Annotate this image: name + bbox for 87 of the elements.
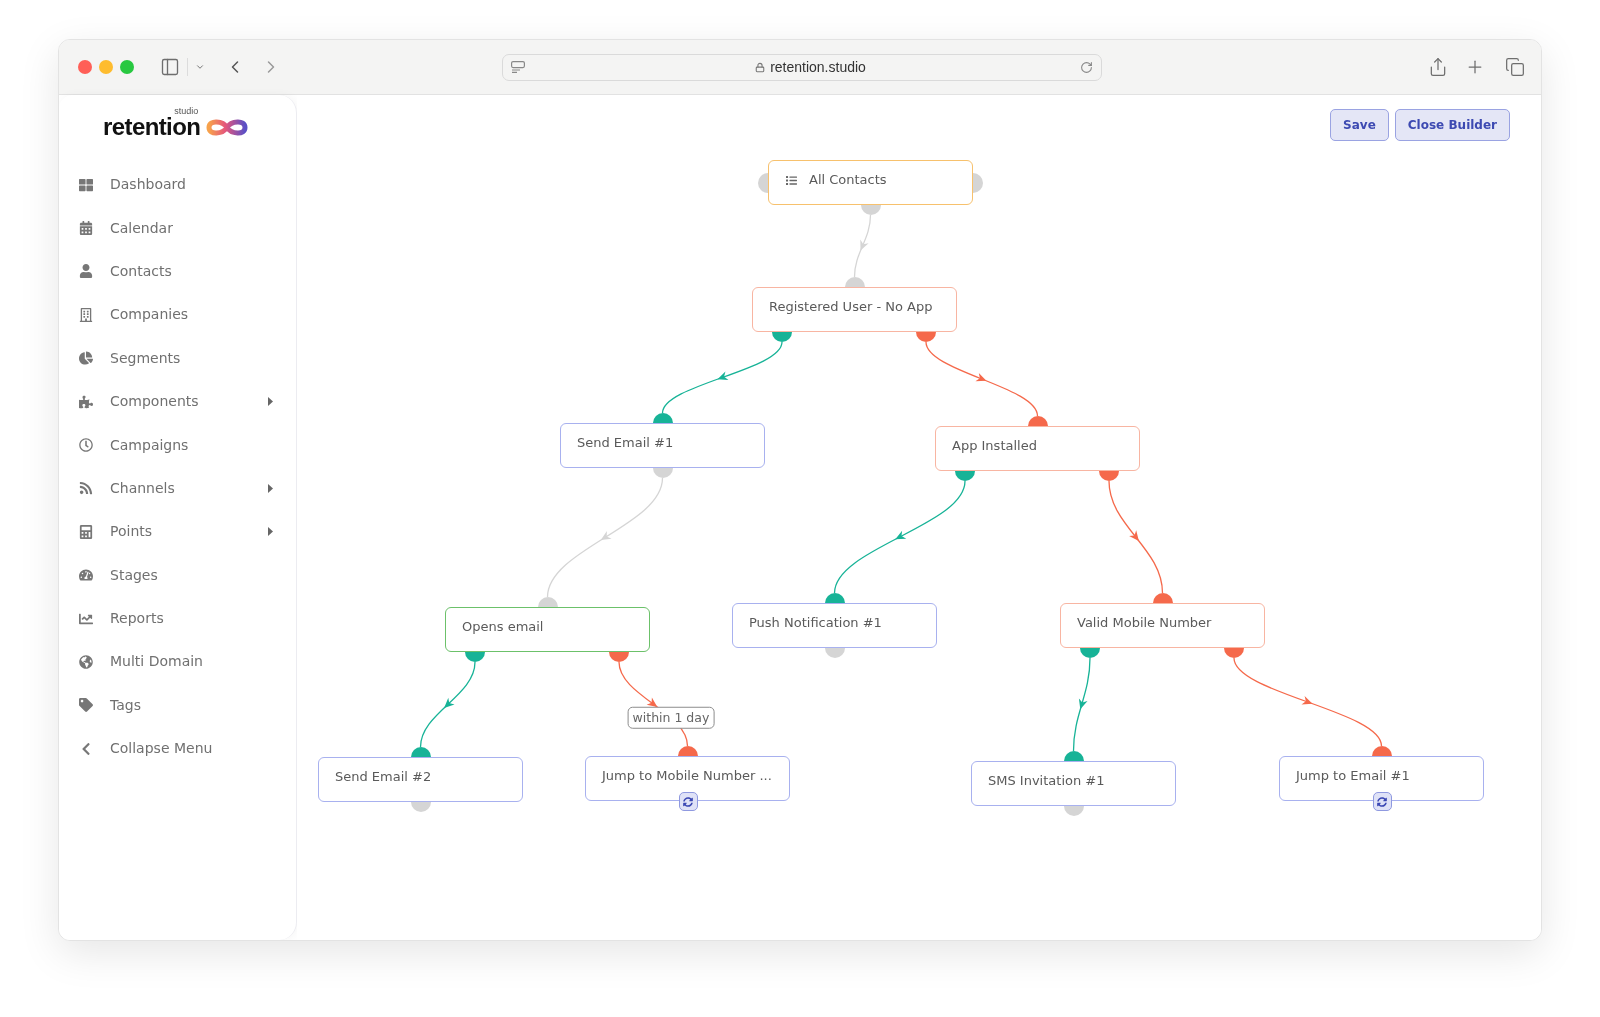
lock-icon [755, 61, 766, 73]
flow-node[interactable]: Send Email #1 [560, 423, 765, 468]
rss-icon [79, 481, 93, 496]
caret-right-icon[interactable] [268, 527, 273, 537]
tag-icon [79, 698, 93, 713]
sidebar-item[interactable]: Channels [59, 466, 296, 511]
connection-port-icon[interactable] [824, 593, 845, 603]
flow-node[interactable]: Valid Mobile Number [1060, 603, 1265, 648]
refresh-icon[interactable] [1372, 792, 1392, 811]
caret-right-icon[interactable] [268, 397, 273, 407]
flow-node[interactable]: All Contacts [768, 160, 973, 205]
connection-port-icon[interactable] [772, 332, 792, 342]
connection-port-icon[interactable] [1080, 648, 1100, 658]
caret-right-icon[interactable] [268, 483, 273, 493]
connection-port-icon[interactable] [973, 172, 983, 193]
two-squares-icon[interactable] [1505, 57, 1525, 77]
connection-port-icon[interactable] [824, 648, 845, 658]
address-field[interactable]: retention.studio [502, 53, 1102, 81]
refresh-icon[interactable] [678, 792, 698, 811]
building-icon [79, 307, 93, 322]
connection-port-icon[interactable] [1063, 751, 1084, 761]
sidebar-item[interactable]: Points [59, 510, 296, 554]
connection-port-icon[interactable] [609, 652, 629, 662]
connection-port-icon[interactable] [758, 172, 768, 193]
calculator-icon [79, 524, 93, 539]
sidebar-item[interactable]: Components [59, 379, 296, 424]
logo-wordmark: retention [103, 116, 201, 138]
reader-icon[interactable] [511, 61, 525, 73]
connection-port-icon[interactable] [860, 205, 881, 215]
connection-port-icon[interactable] [916, 332, 936, 342]
flow-node[interactable]: Opens email [445, 607, 650, 652]
connection-port-icon[interactable] [1371, 746, 1392, 756]
connection-port-icon[interactable] [1224, 648, 1244, 658]
sidebar-item[interactable]: Reports [59, 596, 296, 641]
clock-icon [79, 438, 93, 453]
connection-port-icon[interactable] [537, 597, 558, 607]
gauge-icon [79, 568, 93, 583]
sidebar-item[interactable]: Segments [59, 336, 296, 380]
reload-icon[interactable] [1080, 60, 1093, 74]
flow-node[interactable]: App Installed [935, 426, 1140, 471]
connection-port-icon[interactable] [1027, 416, 1048, 426]
logo-tagline: studio [174, 107, 199, 116]
sidebar-item[interactable]: Campaigns [59, 423, 296, 467]
connection-port-icon[interactable] [652, 413, 673, 423]
flow-node[interactable]: Push Notification #1 [732, 603, 937, 648]
infinity-logo-icon [206, 117, 249, 138]
connection-port-icon[interactable] [465, 652, 485, 662]
sidebar-item[interactable]: Companies [59, 293, 296, 337]
user-icon [79, 264, 93, 279]
connector-arrow [853, 214, 872, 278]
calendar-icon [79, 221, 93, 236]
connection-port-icon[interactable] [1099, 471, 1119, 481]
grid-icon [79, 177, 93, 192]
window-zoom-button[interactable] [120, 60, 134, 74]
connection-port-icon[interactable] [955, 471, 975, 481]
window-close-button[interactable] [78, 60, 92, 74]
flow-node[interactable]: Send Email #2 [318, 757, 523, 802]
sidebar-item[interactable]: Dashboard [59, 163, 296, 207]
sidebar-item[interactable]: Contacts [59, 249, 296, 294]
sidebar-toggle-icon[interactable] [160, 57, 180, 77]
flow-node[interactable]: SMS Invitation #1 [971, 761, 1176, 806]
puzzle-icon [79, 394, 93, 409]
window-minimize-button[interactable] [99, 60, 113, 74]
sidebar-item[interactable]: Calendar [59, 206, 296, 250]
list-icon [785, 174, 798, 186]
pie-chart-icon [79, 351, 93, 366]
sidebar-item[interactable]: Tags [59, 683, 296, 728]
toolbar-button[interactable]: Close Builder [1394, 109, 1510, 141]
sidebar-item[interactable]: Multi Domain [59, 640, 296, 684]
edge-label: within 1 day [627, 706, 715, 730]
flow-node[interactable]: Registered User - No App [752, 287, 957, 332]
connection-port-icon[interactable] [410, 802, 431, 812]
connection-port-icon[interactable] [844, 277, 865, 287]
connection-port-icon[interactable] [410, 747, 431, 757]
connection-port-icon[interactable] [1152, 593, 1173, 603]
toolbar-button[interactable]: Save [1330, 109, 1389, 141]
share-icon[interactable] [1428, 57, 1448, 77]
chevron-down-icon[interactable] [195, 62, 205, 72]
connection-port-icon[interactable] [1063, 806, 1084, 816]
sidebar-item[interactable]: Collapse Menu [59, 727, 296, 771]
connection-port-icon[interactable] [652, 468, 673, 478]
line-chart-icon [79, 611, 93, 626]
sidebar-item[interactable]: Stages [59, 553, 296, 597]
globe-icon [79, 655, 93, 669]
flow-node[interactable]: Jump to Mobile Number ... [585, 756, 790, 801]
connection-port-icon[interactable] [677, 746, 698, 756]
flow-node[interactable]: Jump to Email #1 [1279, 756, 1484, 801]
